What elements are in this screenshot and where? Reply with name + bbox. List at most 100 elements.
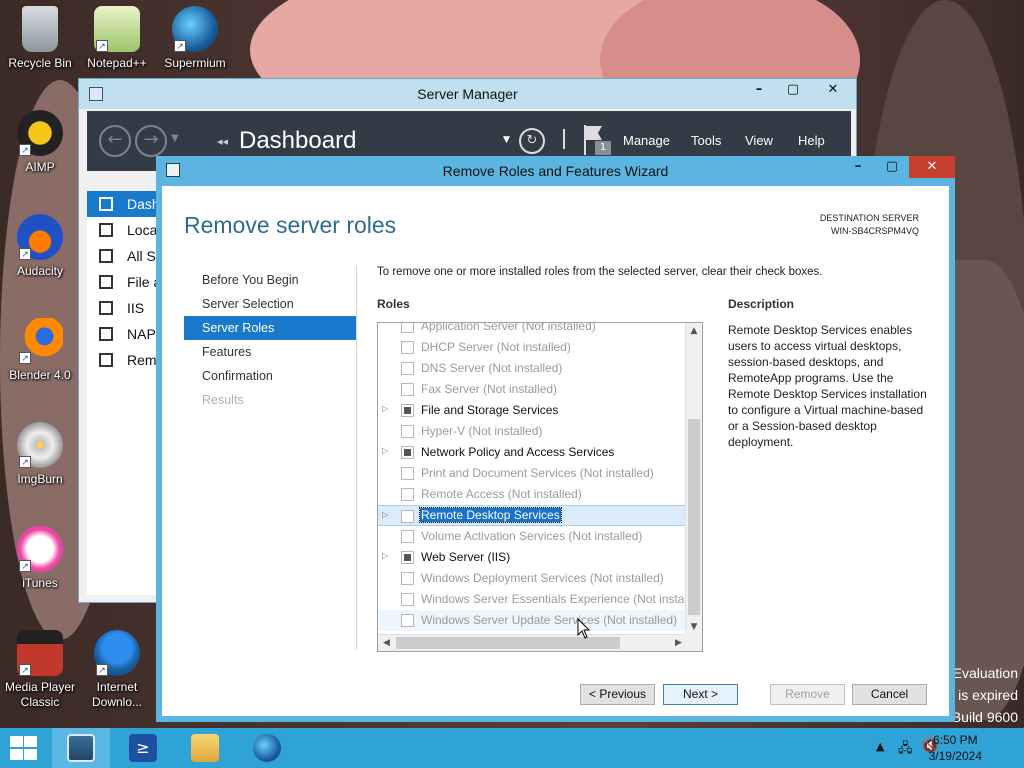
expand-arrow-icon[interactable]: ▷ xyxy=(382,446,390,455)
breadcrumb-arrows: ◂◂ xyxy=(217,135,229,148)
role-row[interactable]: ▷ Network Policy and Access Services xyxy=(378,442,687,463)
windows-logo-icon xyxy=(10,736,23,747)
desktop-icon-aimp[interactable]: ↗ AIMP xyxy=(0,110,80,175)
roles-tree[interactable]: Application Server (Not installed) DHCP S… xyxy=(377,322,703,652)
role-row[interactable]: Print and Document Services (Not install… xyxy=(378,463,687,484)
maximize-button[interactable]: ▢ xyxy=(776,79,810,101)
step-confirmation[interactable]: Confirmation xyxy=(184,364,356,388)
show-hidden-icons-icon[interactable]: ▲ xyxy=(876,740,884,753)
role-row[interactable]: ▷ Remote Desktop Services xyxy=(378,505,687,526)
role-checkbox[interactable] xyxy=(401,488,414,501)
role-checkbox[interactable] xyxy=(401,362,414,375)
role-row[interactable]: Application Server (Not installed) xyxy=(378,323,687,337)
taskbar-server-manager[interactable] xyxy=(52,728,110,768)
role-checkbox[interactable] xyxy=(401,530,414,543)
desktop-icon-media-player-classic[interactable]: ↗ Media Player Classic xyxy=(0,630,80,710)
desktop-icon-itunes[interactable]: ↗ iTunes xyxy=(0,526,80,591)
start-button[interactable] xyxy=(8,736,38,760)
role-checkbox[interactable] xyxy=(401,614,414,627)
step-features[interactable]: Features xyxy=(184,340,356,364)
desktop-icon-supermium[interactable]: ↗ Supermium xyxy=(155,6,235,71)
role-row[interactable]: Hyper-V (Not installed) xyxy=(378,421,687,442)
taskbar-supermium[interactable] xyxy=(238,728,296,768)
role-checkbox[interactable] xyxy=(401,572,414,585)
clock-date: 3/19/2024 xyxy=(928,749,982,763)
expand-arrow-icon[interactable]: ▷ xyxy=(382,510,390,519)
role-row[interactable]: DNS Server (Not installed) xyxy=(378,358,687,379)
expand-arrow-icon[interactable]: ▷ xyxy=(382,404,390,413)
desktop-icon-notepadpp[interactable]: ↗ Notepad++ xyxy=(77,6,157,71)
minimize-button[interactable]: – xyxy=(841,156,875,178)
role-checkbox[interactable] xyxy=(401,341,414,354)
vertical-scrollbar[interactable]: ▲ ▼ xyxy=(685,323,702,636)
desktop-icon-internet-download-manager[interactable]: ↗ Internet Downlo... xyxy=(77,630,157,710)
system-clock[interactable]: 6:50 PM 3/19/2024 xyxy=(929,732,982,764)
expand-arrow-icon[interactable]: ▷ xyxy=(382,551,390,560)
role-checkbox[interactable] xyxy=(401,551,414,564)
desktop-icon-imgburn[interactable]: ↗ ImgBurn xyxy=(0,422,80,487)
role-checkbox[interactable] xyxy=(401,323,414,333)
role-checkbox[interactable] xyxy=(401,593,414,606)
desktop-icon-blender[interactable]: ↗ Blender 4.0 xyxy=(0,318,80,383)
role-row[interactable]: DHCP Server (Not installed) xyxy=(378,337,687,358)
horizontal-scrollbar[interactable]: ◀ ▶ xyxy=(378,634,687,651)
cancel-button[interactable]: Cancel xyxy=(852,684,927,705)
breadcrumb-dropdown-icon[interactable]: ▼ xyxy=(503,135,510,145)
nav-item-iis[interactable]: IIS xyxy=(87,295,167,321)
step-server-selection[interactable]: Server Selection xyxy=(184,292,356,316)
step-server-roles[interactable]: Server Roles xyxy=(184,316,356,340)
role-checkbox[interactable] xyxy=(401,404,414,417)
role-checkbox[interactable] xyxy=(401,510,414,523)
role-description: Remote Desktop Services enables users to… xyxy=(728,323,927,449)
destination-server-name: WIN-SB4CRSPM4VQ xyxy=(830,226,919,236)
taskbar-powershell[interactable]: ≥ xyxy=(114,728,172,768)
forward-arrow-icon[interactable]: → xyxy=(135,125,167,157)
watermark-line: Build 9600 xyxy=(951,709,1018,725)
scroll-left-icon[interactable]: ◀ xyxy=(378,635,395,651)
role-row[interactable]: Remote Access (Not installed) xyxy=(378,484,687,505)
nav-item-local-server[interactable]: Local Server xyxy=(87,217,167,243)
nav-item-remote-desktop[interactable]: Remote Desktop Services xyxy=(87,347,167,373)
minimize-button[interactable]: – xyxy=(742,79,776,101)
menu-view[interactable]: View xyxy=(745,133,773,148)
role-row[interactable]: Windows Server Essentials Experience (No… xyxy=(378,589,702,610)
menu-manage[interactable]: Manage xyxy=(623,133,670,148)
menu-tools[interactable]: Tools xyxy=(691,133,721,148)
aimp-icon: ↗ xyxy=(17,110,63,156)
role-checkbox[interactable] xyxy=(401,425,414,438)
nav-item-all-servers[interactable]: All Servers xyxy=(87,243,167,269)
role-checkbox[interactable] xyxy=(401,446,414,459)
blender-icon: ↗ xyxy=(17,318,63,364)
wizard-titlebar[interactable]: Remove Roles and Features Wizard – ▢ ✕ xyxy=(156,156,955,186)
role-checkbox[interactable] xyxy=(401,383,414,396)
role-row[interactable]: ▷ File and Storage Services xyxy=(378,400,687,421)
nav-item-nap[interactable]: NAP xyxy=(87,321,167,347)
role-row[interactable]: Windows Server Update Services (Not inst… xyxy=(378,610,687,631)
desktop-icon-audacity[interactable]: ↗ Audacity xyxy=(0,214,80,279)
role-row[interactable]: Windows Deployment Services (Not install… xyxy=(378,568,687,589)
server-manager-titlebar[interactable]: Server Manager – ▢ ✕ xyxy=(79,79,856,109)
role-checkbox[interactable] xyxy=(401,467,414,480)
network-icon[interactable]: 🖧 xyxy=(898,739,913,761)
back-arrow-icon[interactable]: ← xyxy=(99,125,131,157)
step-before-you-begin[interactable]: Before You Begin xyxy=(184,268,356,292)
recycle-bin-icon xyxy=(22,6,58,52)
maximize-button[interactable]: ▢ xyxy=(875,156,909,178)
role-row[interactable]: Volume Activation Services (Not installe… xyxy=(378,526,687,547)
nav-item-file-storage[interactable]: File and Storage Services xyxy=(87,269,167,295)
desktop-icon-recycle-bin[interactable]: Recycle Bin xyxy=(0,6,80,71)
taskbar-file-explorer[interactable] xyxy=(176,728,234,768)
close-button[interactable]: ✕ xyxy=(810,79,856,101)
refresh-icon[interactable]: ↻ xyxy=(519,128,545,154)
next-button[interactable]: Next > xyxy=(663,684,738,705)
previous-button[interactable]: < Previous xyxy=(580,684,655,705)
role-row[interactable]: ▷ Web Server (IIS) xyxy=(378,547,687,568)
menu-help[interactable]: Help xyxy=(798,133,825,148)
nav-item-dashboard[interactable]: Dashboard xyxy=(87,191,167,217)
close-button[interactable]: ✕ xyxy=(909,156,955,178)
shortcut-arrow-icon: ↗ xyxy=(19,144,31,156)
scroll-up-icon[interactable]: ▲ xyxy=(686,323,702,340)
nav-history-chevron-icon[interactable]: ▼ xyxy=(171,133,179,144)
role-row[interactable]: Fax Server (Not installed) xyxy=(378,379,687,400)
scroll-thumb[interactable] xyxy=(688,419,700,615)
